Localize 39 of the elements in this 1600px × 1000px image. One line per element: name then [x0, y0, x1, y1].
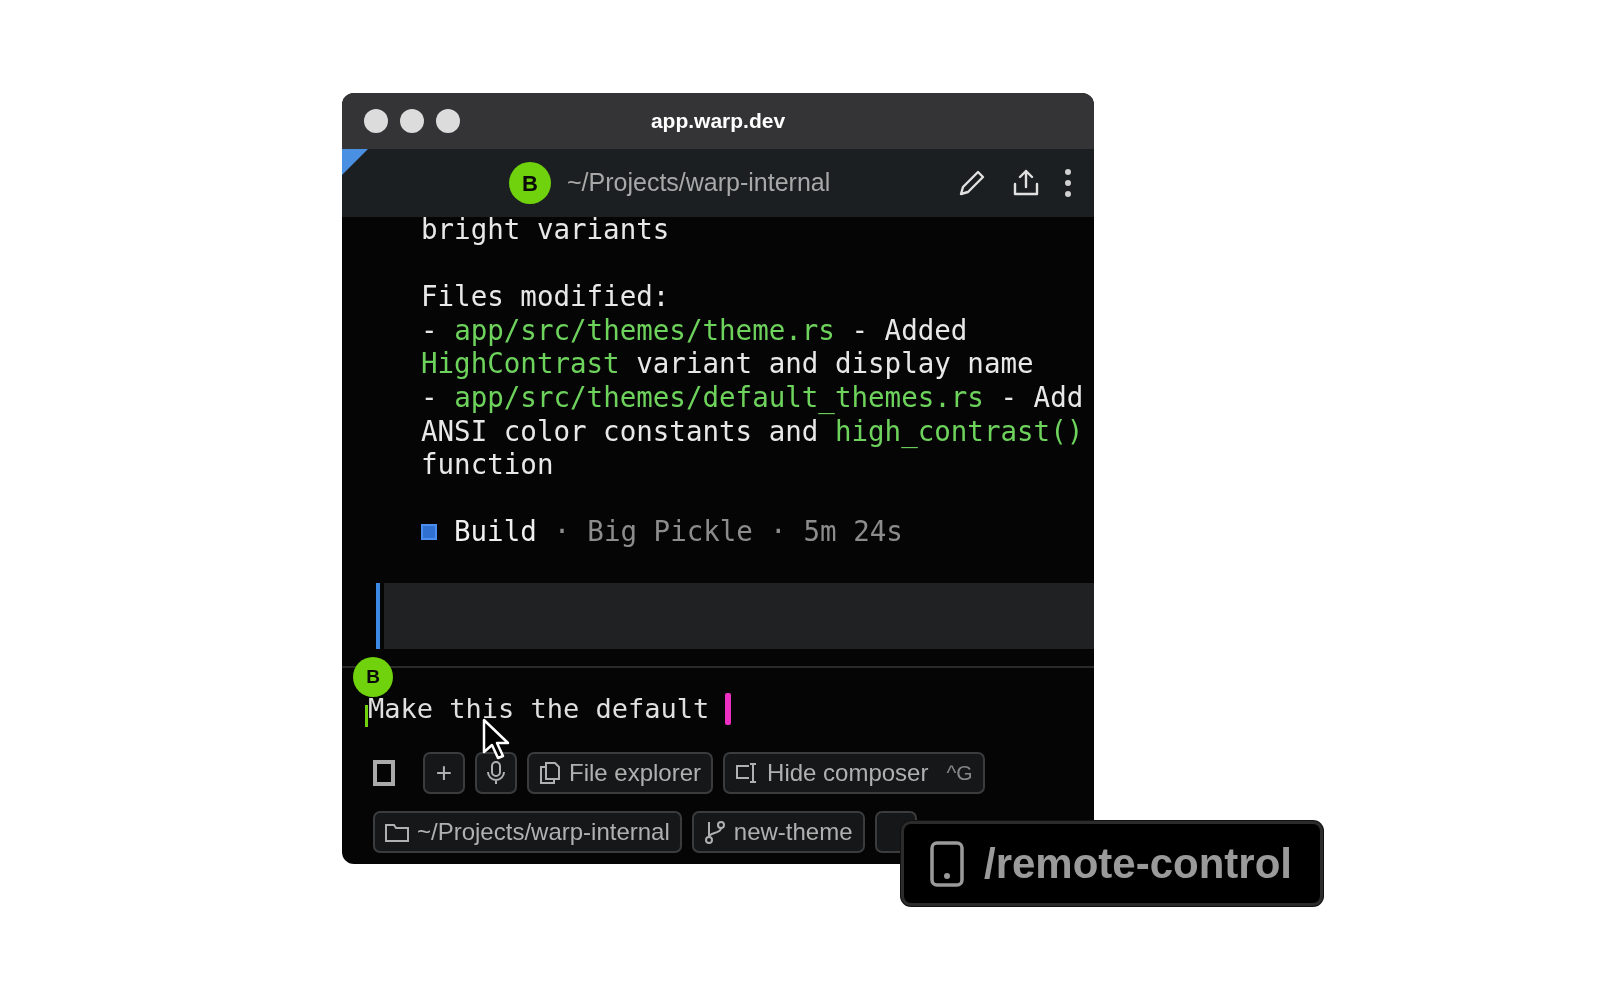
focus-bar	[376, 582, 380, 649]
add-button[interactable]: +	[423, 751, 465, 794]
panel-icon[interactable]	[373, 759, 395, 786]
user-avatar: B	[509, 162, 551, 204]
minimize-button[interactable]	[400, 109, 424, 133]
stop-icon	[421, 524, 437, 541]
output-line: bright variants	[421, 213, 670, 247]
user-avatar: B	[353, 656, 393, 697]
branch-icon	[703, 819, 726, 844]
separator-dot: ·	[553, 515, 571, 549]
output-line: Files modified:	[421, 280, 670, 314]
window-title: app.warp.dev	[650, 108, 786, 135]
phone-icon	[930, 840, 964, 887]
file-explorer-button[interactable]: File explorer	[527, 751, 714, 794]
microphone-icon	[486, 759, 506, 786]
output-line: - app/src/themes/default_themes.rs - Add	[421, 380, 1084, 415]
copy-icon	[539, 760, 561, 785]
output-line: HighContrast variant and display name	[421, 347, 1034, 381]
zoom-button[interactable]	[436, 109, 460, 133]
status-text: 5m 24s	[803, 515, 903, 549]
corner-marker	[342, 149, 368, 175]
output-line: function	[421, 448, 554, 482]
branch-chip[interactable]: new-theme	[691, 810, 865, 853]
command-text: /remote-control	[984, 839, 1293, 889]
line-marker	[365, 704, 368, 727]
status-text: Big Pickle	[587, 515, 753, 549]
agent-label: Build	[454, 515, 537, 549]
hide-composer-button[interactable]: Hide composer ^G	[723, 751, 985, 794]
output-line: - app/src/themes/theme.rs - Added	[421, 313, 968, 348]
directory-path: ~/Projects/warp-internal	[567, 167, 831, 199]
folder-icon	[385, 821, 409, 842]
text-cursor	[725, 692, 732, 725]
close-button[interactable]	[364, 109, 388, 133]
output-line: ANSI color constants and high_contrast()	[421, 414, 1084, 449]
voice-button[interactable]	[475, 751, 517, 794]
more-icon[interactable]	[1064, 168, 1072, 198]
directory-chip[interactable]: ~/Projects/warp-internal	[373, 810, 682, 853]
separator-dot: ·	[769, 515, 787, 549]
mouse-pointer-icon	[482, 718, 510, 760]
